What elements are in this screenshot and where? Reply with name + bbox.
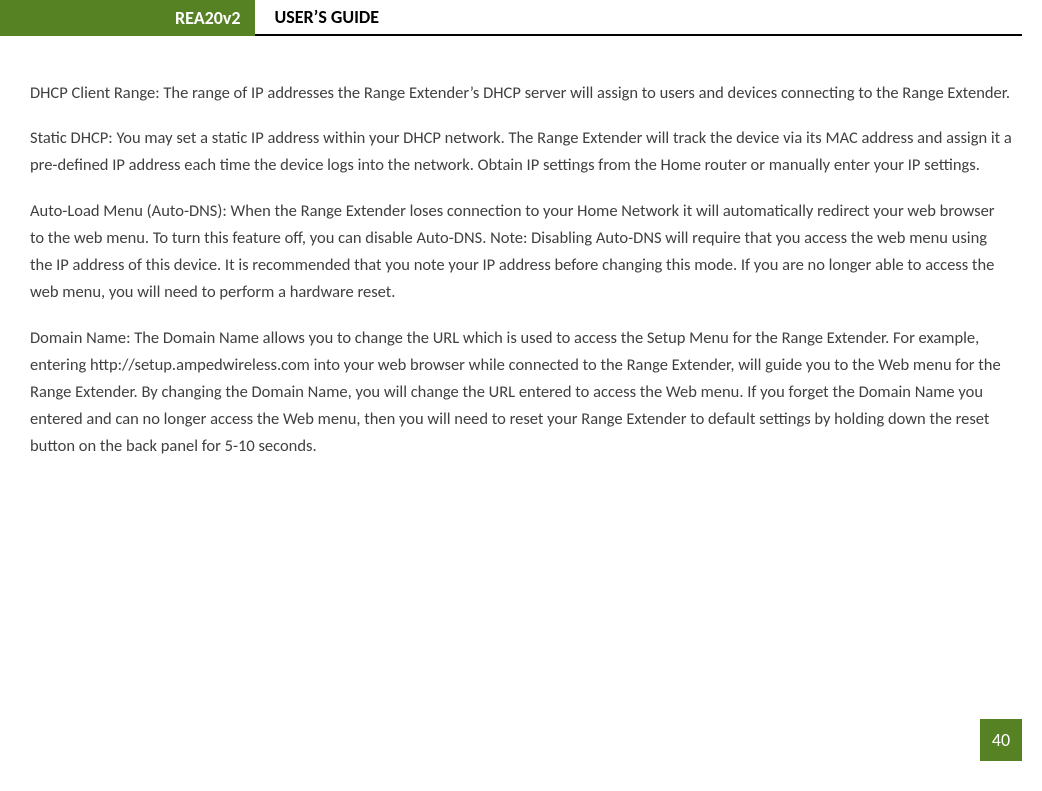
page-number-value: 40 [992,729,1010,751]
product-badge: REA20v2 [0,0,255,36]
document-content: DHCP Client Range: The range of IP addre… [0,36,1042,499]
paragraph-auto-load-menu: Auto-Load Menu (Auto-DNS): When the Rang… [30,198,1012,307]
paragraph-domain-name: Domain Name: The Domain Name allows you … [30,325,1012,461]
page-number: 40 [980,719,1022,761]
document-header: REA20v2 USER’S GUIDE [0,0,1022,36]
guide-title: USER’S GUIDE [255,0,1023,36]
paragraph-dhcp-client-range: DHCP Client Range: The range of IP addre… [30,80,1012,107]
guide-title-text: USER’S GUIDE [275,6,380,28]
paragraph-static-dhcp: Static DHCP: You may set a static IP add… [30,125,1012,179]
product-name: REA20v2 [175,7,241,29]
